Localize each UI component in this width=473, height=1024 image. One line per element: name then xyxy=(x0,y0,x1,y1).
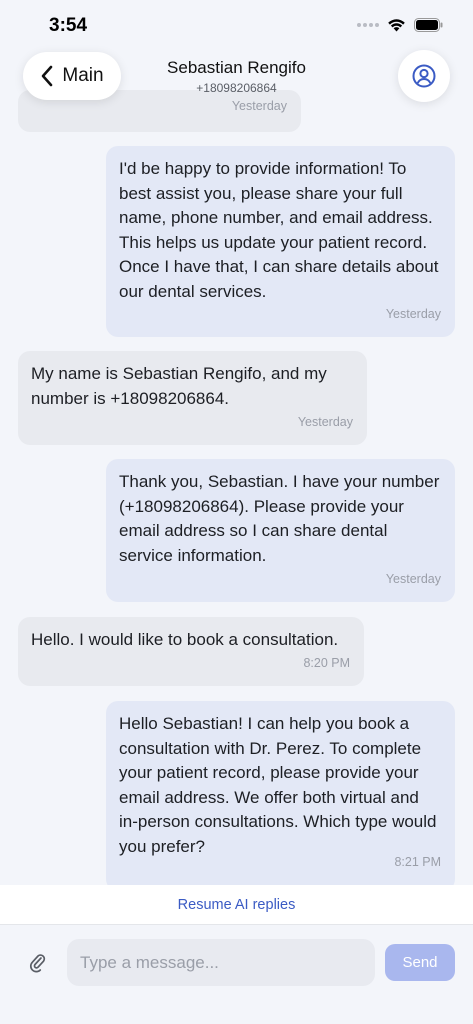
user-circle-icon xyxy=(412,64,436,88)
signal-icon xyxy=(357,23,379,27)
resume-ai-replies-button[interactable]: Resume AI replies xyxy=(0,885,473,925)
battery-icon xyxy=(414,18,443,32)
chat-header: Main Sebastian Rengifo +18098206864 xyxy=(0,50,473,110)
message-time: Yesterday xyxy=(385,571,441,586)
message-incoming: My name is Sebastian Rengifo, and my num… xyxy=(18,351,367,445)
chat-thread[interactable]: Yesterday I'd be happy to provide inform… xyxy=(0,0,473,885)
message-text: Thank you, Sebastian. I have your number… xyxy=(119,472,440,565)
message-time: 8:20 PM xyxy=(303,655,350,670)
back-button[interactable]: Main xyxy=(23,52,121,100)
wifi-icon xyxy=(388,19,405,32)
message-outgoing: Hello Sebastian! I can help you book a c… xyxy=(106,701,455,885)
message-outgoing: I'd be happy to provide information! To … xyxy=(106,146,455,337)
message-time: Yesterday xyxy=(297,414,353,429)
contact-phone: +18098206864 xyxy=(196,81,277,95)
status-icons xyxy=(357,18,443,32)
message-time: Yesterday xyxy=(385,306,441,321)
message-incoming: Hello. I would like to book a consultati… xyxy=(18,617,364,686)
status-time: 3:54 xyxy=(49,15,88,36)
back-label: Main xyxy=(62,65,104,86)
contact-name: Sebastian Rengifo xyxy=(167,58,306,77)
chevron-left-icon xyxy=(42,65,53,87)
message-text: Hello. I would like to book a consultati… xyxy=(31,630,339,649)
message-composer: Send xyxy=(0,925,473,1024)
resume-ai-label: Resume AI replies xyxy=(177,896,296,913)
profile-button[interactable] xyxy=(398,50,450,102)
message-outgoing: Thank you, Sebastian. I have your number… xyxy=(106,459,455,602)
message-input[interactable] xyxy=(67,939,375,986)
status-bar: 3:54 xyxy=(0,0,473,52)
message-time: 8:21 PM xyxy=(394,854,441,869)
message-text: I'd be happy to provide information! To … xyxy=(119,159,439,301)
send-button[interactable]: Send xyxy=(385,944,455,981)
paperclip-icon[interactable] xyxy=(28,952,48,974)
contact-info: Sebastian Rengifo +18098206864 xyxy=(120,58,353,95)
message-text: My name is Sebastian Rengifo, and my num… xyxy=(31,364,327,408)
message-text: Hello Sebastian! I can help you book a c… xyxy=(119,714,437,856)
